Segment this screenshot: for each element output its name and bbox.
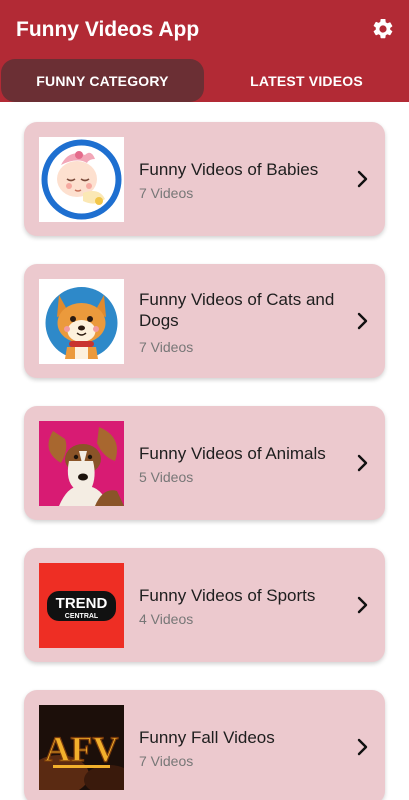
video-count: 4 Videos (139, 611, 194, 627)
video-count: 7 Videos (139, 753, 194, 769)
category-title: Funny Videos of Babies (139, 160, 319, 179)
video-count: 7 Videos (139, 185, 194, 201)
category-title: Funny Videos of Animals (139, 444, 326, 463)
video-count: 7 Videos (139, 339, 194, 355)
tab-funny-category[interactable]: FUNNY CATEGORY (1, 59, 204, 102)
category-title: Funny Fall Videos (139, 728, 275, 747)
category-title: Funny Videos of Cats and Dogs (139, 290, 335, 330)
afv-logo-text: AFV (45, 729, 119, 769)
settings-button[interactable] (369, 15, 397, 43)
trend-logo-text: TREND (56, 595, 108, 612)
app-title: Funny Videos App (16, 18, 200, 41)
chevron-right-icon (357, 454, 368, 472)
tab-bar: FUNNY CATEGORY LATEST VIDEOS (0, 59, 409, 102)
category-card-babies[interactable]: Funny Videos of Babies 7 Videos (24, 122, 385, 236)
tab-latest-videos[interactable]: LATEST VIDEOS (204, 59, 409, 102)
category-card-animals[interactable]: Funny Videos of Animals 5 Videos (24, 406, 385, 520)
central-logo-text: CENTRAL (65, 613, 99, 620)
app-bar: Funny Videos App FUNNY CATEGORY LATEST V… (0, 0, 409, 102)
chevron-right-icon (357, 312, 368, 330)
category-card-cats-dogs[interactable]: Funny Videos of Cats and Dogs 7 Videos (24, 264, 385, 378)
category-title: Funny Videos of Sports (139, 586, 316, 605)
chevron-right-icon (357, 596, 368, 614)
category-card-fall[interactable]: AFV Funny Fall Videos 7 Videos (24, 690, 385, 800)
afv-thumbnail: AFV (39, 705, 124, 790)
category-list: Funny Videos of Babies 7 Videos Funny Vi… (0, 102, 409, 800)
gear-icon (373, 18, 393, 39)
chevron-right-icon (357, 170, 368, 188)
video-count: 5 Videos (139, 469, 194, 485)
chevron-right-icon (357, 738, 368, 756)
dog-thumbnail (39, 279, 124, 364)
beagle-thumbnail (39, 421, 124, 506)
trend-central-thumbnail: TREND CENTRAL (39, 563, 124, 648)
baby-thumbnail (39, 137, 124, 222)
category-card-sports[interactable]: TREND CENTRAL Funny Videos of Sports 4 V… (24, 548, 385, 662)
